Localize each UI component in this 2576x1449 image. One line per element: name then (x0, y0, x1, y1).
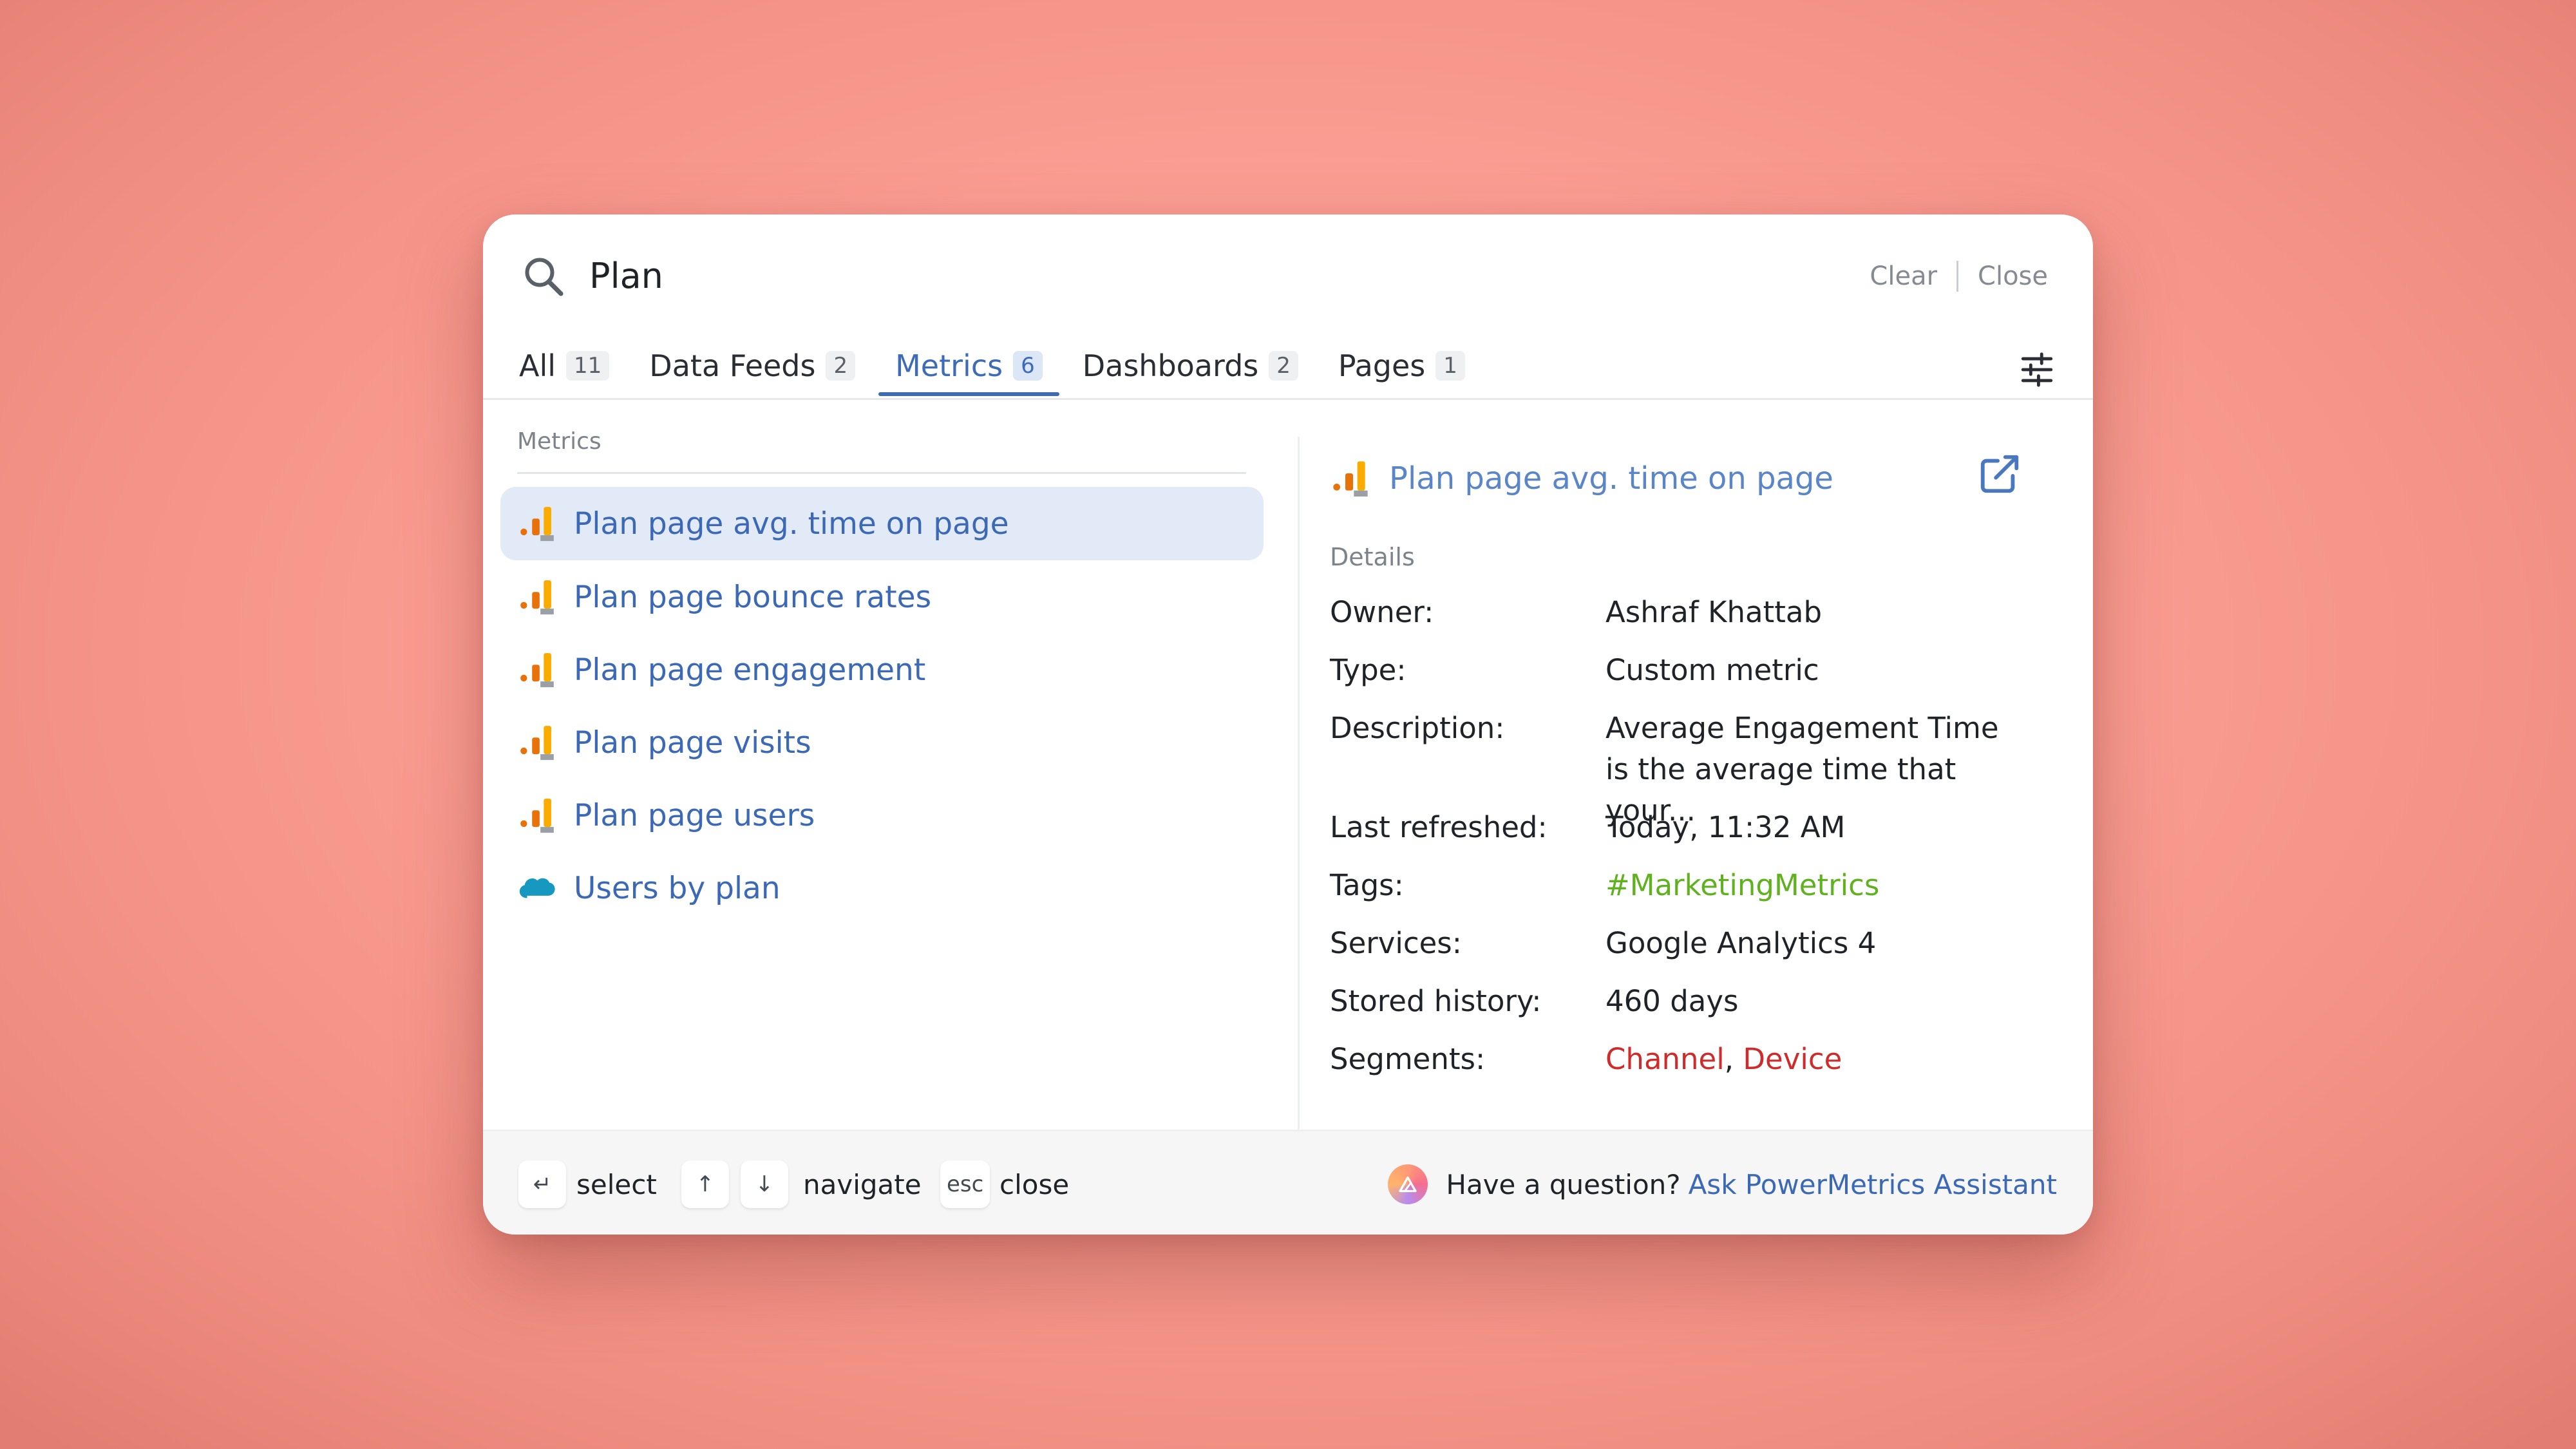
result-item[interactable]: Plan page avg. time on page (500, 487, 1264, 560)
result-label: Plan page users (574, 797, 815, 833)
close-hint: close (999, 1168, 1070, 1200)
detail-value: Custom metric (1605, 653, 1819, 687)
detail-row-stored-history: Stored history: 460 days (1330, 981, 2038, 1022)
tab-data-feeds[interactable]: Data Feeds 2 (632, 337, 872, 395)
result-item[interactable]: Users by plan (500, 851, 1264, 925)
tab-count: 2 (826, 351, 856, 381)
google-analytics-icon (517, 504, 557, 544)
google-analytics-icon (517, 723, 557, 762)
tab-count: 2 (1269, 351, 1298, 381)
segment-separator: , (1724, 1042, 1743, 1076)
google-analytics-icon (1330, 458, 1371, 499)
detail-header: Plan page avg. time on page (1330, 450, 1833, 507)
section-divider (517, 472, 1246, 474)
esc-key-icon: esc (940, 1160, 990, 1208)
navigate-hint: navigate (803, 1168, 922, 1200)
result-item[interactable]: Plan page users (500, 779, 1264, 852)
detail-key: Tags: (1330, 868, 1404, 902)
ask-assistant-link[interactable]: Ask PowerMetrics Assistant (1689, 1169, 2057, 1200)
tab-label: Data Feeds (649, 348, 816, 383)
tab-metrics[interactable]: Metrics 6 (878, 337, 1059, 396)
select-hint: select (576, 1168, 657, 1200)
open-external-icon[interactable] (1977, 451, 2022, 497)
tab-all[interactable]: All 11 (502, 337, 626, 395)
search-modal: Plan Clear Close All 11 Data Feeds 2 Met… (483, 214, 2093, 1235)
detail-title[interactable]: Plan page avg. time on page (1389, 460, 1833, 497)
detail-row-owner: Owner: Ashraf Khattab (1330, 592, 2038, 633)
result-label: Users by plan (574, 870, 781, 906)
results-panel: Metrics Plan page avg. time on page Plan… (483, 400, 1298, 1050)
filter-sliders-icon[interactable] (2018, 351, 2056, 388)
tab-label: Dashboards (1082, 348, 1259, 383)
tab-dashboards[interactable]: Dashboards 2 (1066, 337, 1315, 395)
detail-row-tags: Tags: #MarketingMetrics (1330, 865, 2038, 906)
detail-value: 460 days (1605, 984, 1739, 1018)
search-input[interactable]: Plan (589, 253, 663, 299)
details-heading: Details (1330, 543, 1415, 571)
result-label: Plan page avg. time on page (574, 506, 1009, 542)
detail-key: Services: (1330, 926, 1462, 960)
tab-label: Pages (1338, 348, 1426, 383)
result-label: Plan page bounce rates (574, 579, 932, 615)
segment-link[interactable]: Channel (1605, 1042, 1725, 1076)
detail-key: Segments: (1330, 1042, 1486, 1076)
enter-key-icon: ↵ (518, 1160, 566, 1208)
tab-bar: All 11 Data Feeds 2 Metrics 6 Dashboards… (502, 337, 1488, 396)
google-analytics-icon (517, 795, 557, 835)
arrow-up-key-icon: ↑ (681, 1160, 729, 1208)
google-analytics-icon (517, 650, 557, 690)
arrow-down-key-icon: ↓ (741, 1160, 788, 1208)
result-item[interactable]: Plan page bounce rates (500, 560, 1264, 634)
tag-link[interactable]: #MarketingMetrics (1605, 865, 2018, 906)
tab-count: 1 (1435, 351, 1465, 381)
detail-key: Type: (1330, 653, 1406, 687)
google-analytics-icon (517, 577, 557, 617)
assistant-avatar-icon (1388, 1164, 1428, 1204)
detail-row-services: Services: Google Analytics 4 (1330, 923, 2038, 964)
assistant-prompt: Have a question? Ask PowerMetrics Assist… (1388, 1160, 2057, 1208)
detail-row-last-refreshed: Last refreshed: Today, 11:32 AM (1330, 807, 2038, 848)
close-button[interactable]: Close (1978, 261, 2048, 291)
tab-pages[interactable]: Pages 1 (1321, 337, 1482, 395)
detail-value: Google Analytics 4 (1605, 926, 1877, 960)
detail-key: Owner: (1330, 595, 1434, 629)
action-separator (1956, 261, 1959, 292)
footer-bar: ↵ select ↑ ↓ navigate esc close Have a q… (483, 1130, 2093, 1235)
result-label: Plan page engagement (574, 652, 926, 688)
top-actions: Clear Close (1870, 253, 2048, 299)
detail-row-segments: Segments: Channel, Device (1330, 1039, 2038, 1080)
salesforce-icon (517, 868, 557, 908)
detail-row-type: Type: Custom metric (1330, 650, 2038, 691)
detail-value: Today, 11:32 AM (1605, 810, 1846, 844)
detail-value: Channel, Device (1605, 1039, 2018, 1080)
tab-label: Metrics (895, 348, 1003, 383)
search-icon (525, 258, 564, 296)
tab-count: 6 (1013, 351, 1043, 381)
detail-key: Last refreshed: (1330, 810, 1548, 844)
clear-button[interactable]: Clear (1870, 261, 1937, 291)
column-divider (1298, 437, 1300, 1235)
section-label: Metrics (517, 428, 601, 455)
result-item[interactable]: Plan page visits (500, 706, 1264, 779)
segment-link[interactable]: Device (1743, 1042, 1842, 1076)
tab-label: All (519, 348, 556, 383)
detail-value: Ashraf Khattab (1605, 595, 1823, 629)
assistant-question: Have a question? (1446, 1168, 1681, 1200)
result-label: Plan page visits (574, 724, 811, 761)
tab-count: 11 (566, 351, 610, 381)
result-item[interactable]: Plan page engagement (500, 633, 1264, 706)
detail-key: Stored history: (1330, 984, 1542, 1018)
